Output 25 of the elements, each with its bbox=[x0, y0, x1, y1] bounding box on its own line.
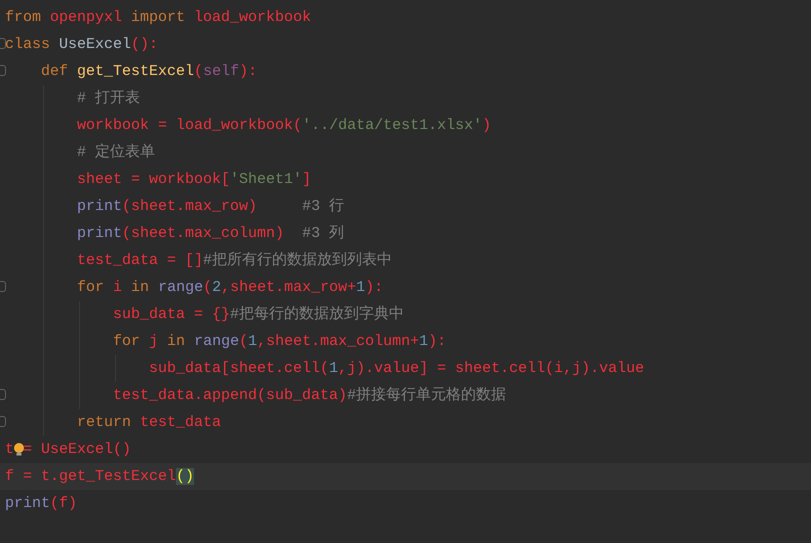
code-line: sheet = workbook['Sheet1'] bbox=[76, 170, 312, 190]
code-line: for j in range(1,sheet.max_column+1): bbox=[112, 332, 446, 352]
code-line: # 打开表 bbox=[76, 88, 140, 109]
code-line: workbook = load_workbook('../data/test1.xlsx') bbox=[76, 116, 492, 136]
fold-marker-icon[interactable] bbox=[0, 389, 6, 400]
code-line: print(sheet.max_row) #3 行 bbox=[76, 197, 344, 217]
code-line: f = t.get_TestExcel() bbox=[5, 467, 194, 487]
code-line: sub_data[sheet.cell(1,j).value] = sheet.cell(i,j).value bbox=[148, 359, 644, 379]
code-line: def get_TestExcel(self): bbox=[40, 62, 258, 82]
code-line: test_data = []#把所有行的数据放到列表中 bbox=[76, 250, 392, 271]
fold-marker-icon[interactable] bbox=[0, 38, 6, 49]
fold-marker-icon[interactable] bbox=[0, 416, 6, 427]
code-line: # 定位表单 bbox=[76, 142, 156, 163]
code-line: sub_data = {}#把每行的数据放到字典中 bbox=[112, 304, 404, 325]
code-line: from openpyxl import load_workbook bbox=[5, 8, 312, 28]
code-line: print(sheet.max_column) #3 列 bbox=[76, 224, 344, 244]
code-line: print(f) bbox=[5, 494, 78, 514]
code-line: t = UseExcel() bbox=[5, 440, 132, 460]
code-line: test_data.append(sub_data)#拼接每行单元格的数据 bbox=[112, 386, 506, 406]
lightbulb-icon[interactable] bbox=[13, 442, 26, 456]
fold-marker-icon[interactable] bbox=[0, 281, 6, 292]
code-line: class UseExcel(): bbox=[5, 35, 158, 55]
code-line: return test_data bbox=[76, 413, 222, 433]
fold-marker-icon[interactable] bbox=[0, 65, 6, 76]
code-line: for i in range(2,sheet.max_row+1): bbox=[76, 278, 384, 298]
